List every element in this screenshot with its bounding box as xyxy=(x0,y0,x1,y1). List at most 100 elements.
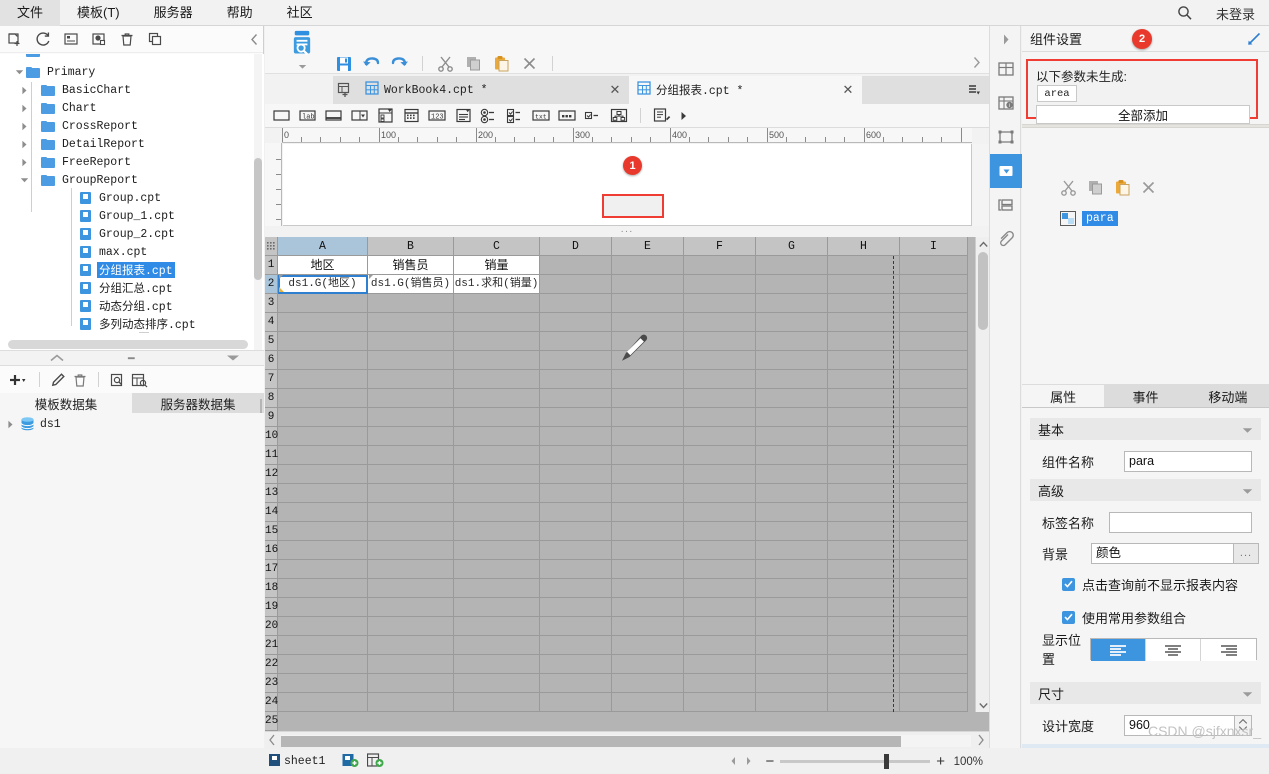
list-item-selected[interactable]: 分组报表.cpt xyxy=(68,260,175,280)
cell-d24[interactable] xyxy=(540,693,612,712)
delete-icon[interactable] xyxy=(118,30,136,48)
parameter-canvas[interactable]: 1 xyxy=(283,144,972,226)
cell-d3[interactable] xyxy=(540,294,612,313)
align-right-button[interactable] xyxy=(1201,639,1256,661)
cell-f17[interactable] xyxy=(684,560,756,579)
cell-i14[interactable] xyxy=(900,503,968,522)
cell-g9[interactable] xyxy=(756,408,828,427)
row-header[interactable]: 12 xyxy=(265,465,278,484)
next-sheet-icon[interactable] xyxy=(744,755,753,769)
close-icon[interactable] xyxy=(1141,180,1156,198)
cell-g24[interactable] xyxy=(756,693,828,712)
cell-g13[interactable] xyxy=(756,484,828,503)
password-widget-icon[interactable] xyxy=(557,107,577,125)
cell-i5[interactable] xyxy=(900,332,968,351)
column-header-f[interactable]: F xyxy=(684,237,756,256)
tab-properties[interactable]: 属性 xyxy=(1022,385,1105,407)
cell-c4[interactable] xyxy=(454,313,540,332)
cell-e3[interactable] xyxy=(612,294,684,313)
panel-splitter[interactable]: ━ xyxy=(0,350,264,366)
cell-g10[interactable] xyxy=(756,427,828,446)
checkbox-hide-before-query[interactable]: 点击查询前不显示报表内容 xyxy=(1022,573,1269,595)
row-header[interactable]: 3 xyxy=(265,294,278,313)
cell-g15[interactable] xyxy=(756,522,828,541)
splitter-grip[interactable]: ━ xyxy=(128,352,135,365)
cell-d22[interactable] xyxy=(540,655,612,674)
cell-e2[interactable] xyxy=(612,275,684,294)
undo-icon[interactable] xyxy=(361,53,382,74)
template-tree[interactable]: FR-Demo Primary BasicChart Chart xyxy=(0,54,264,350)
cell-d16[interactable] xyxy=(540,541,612,560)
search-icon[interactable] xyxy=(1172,0,1198,26)
cell-d19[interactable] xyxy=(540,598,612,617)
tab-template-dataset[interactable]: 模板数据集 xyxy=(0,393,132,413)
cell-a13[interactable] xyxy=(278,484,368,503)
refresh-icon[interactable] xyxy=(34,30,52,48)
add-all-button[interactable]: 全部添加 xyxy=(1036,105,1250,124)
toolbar-overflow-icon[interactable] xyxy=(967,53,985,71)
cell-i3[interactable] xyxy=(900,294,968,313)
menu-item-help[interactable]: 帮助 xyxy=(210,0,270,26)
cell-f16[interactable] xyxy=(684,541,756,560)
cell-g3[interactable] xyxy=(756,294,828,313)
cell-a6[interactable] xyxy=(278,351,368,370)
cell-c3[interactable] xyxy=(454,294,540,313)
row-header[interactable]: 23 xyxy=(265,674,278,693)
row-header[interactable]: 13 xyxy=(265,484,278,503)
cell-e22[interactable] xyxy=(612,655,684,674)
expand-icon[interactable] xyxy=(1247,32,1261,49)
rename-icon[interactable] xyxy=(62,30,80,48)
cell-h24[interactable] xyxy=(828,693,900,712)
cell-b13[interactable] xyxy=(368,484,454,503)
row-header[interactable]: 7 xyxy=(265,370,278,389)
tab-events[interactable]: 事件 xyxy=(1104,385,1187,407)
tab-mobile[interactable]: 移动端 xyxy=(1186,385,1269,407)
tree-node-primary[interactable]: Primary xyxy=(0,62,97,82)
cell-c18[interactable] xyxy=(454,579,540,598)
copy-icon[interactable] xyxy=(463,53,484,74)
cell-h22[interactable] xyxy=(828,655,900,674)
cell-e16[interactable] xyxy=(612,541,684,560)
cell-f8[interactable] xyxy=(684,389,756,408)
cell-d5[interactable] xyxy=(540,332,612,351)
cell-f6[interactable] xyxy=(684,351,756,370)
cell-c22[interactable] xyxy=(454,655,540,674)
cell-d23[interactable] xyxy=(540,674,612,693)
cell-e18[interactable] xyxy=(612,579,684,598)
tree-hscrollbar[interactable] xyxy=(8,340,248,349)
cell-a23[interactable] xyxy=(278,674,368,693)
column-header-d[interactable]: D xyxy=(540,237,612,256)
cell-a14[interactable] xyxy=(278,503,368,522)
cell-a9[interactable] xyxy=(278,408,368,427)
tree-node-clipped[interactable]: FR-Demo xyxy=(0,54,97,61)
cell-g21[interactable] xyxy=(756,636,828,655)
copy-icon[interactable] xyxy=(1087,179,1104,199)
cell-h3[interactable] xyxy=(828,294,900,313)
paste-icon[interactable] xyxy=(491,53,512,74)
cell-i4[interactable] xyxy=(900,313,968,332)
cell-b22[interactable] xyxy=(368,655,454,674)
cell-a15[interactable] xyxy=(278,522,368,541)
menu-item-community[interactable]: 社区 xyxy=(270,0,330,26)
cell-h19[interactable] xyxy=(828,598,900,617)
cell-d15[interactable] xyxy=(540,522,612,541)
add-icon[interactable] xyxy=(6,371,30,389)
cell-h17[interactable] xyxy=(828,560,900,579)
close-icon[interactable] xyxy=(519,53,540,74)
cell-h20[interactable] xyxy=(828,617,900,636)
cell-i21[interactable] xyxy=(900,636,968,655)
collapse-down-icon[interactable] xyxy=(226,351,240,365)
cell-d11[interactable] xyxy=(540,446,612,465)
cell-b14[interactable] xyxy=(368,503,454,522)
chevron-right-icon[interactable] xyxy=(18,152,31,172)
cell-c2[interactable]: ds1.求和(销量) xyxy=(454,275,540,294)
row-header[interactable]: 17 xyxy=(265,560,278,579)
cell-g18[interactable] xyxy=(756,579,828,598)
cell-h10[interactable] xyxy=(828,427,900,446)
cell-b18[interactable] xyxy=(368,579,454,598)
chevron-down-icon[interactable] xyxy=(1242,483,1253,498)
cut-icon[interactable] xyxy=(1060,179,1077,199)
row-header[interactable]: 19 xyxy=(265,598,278,617)
select-all-corner[interactable] xyxy=(265,237,278,256)
row-header[interactable]: 9 xyxy=(265,408,278,427)
